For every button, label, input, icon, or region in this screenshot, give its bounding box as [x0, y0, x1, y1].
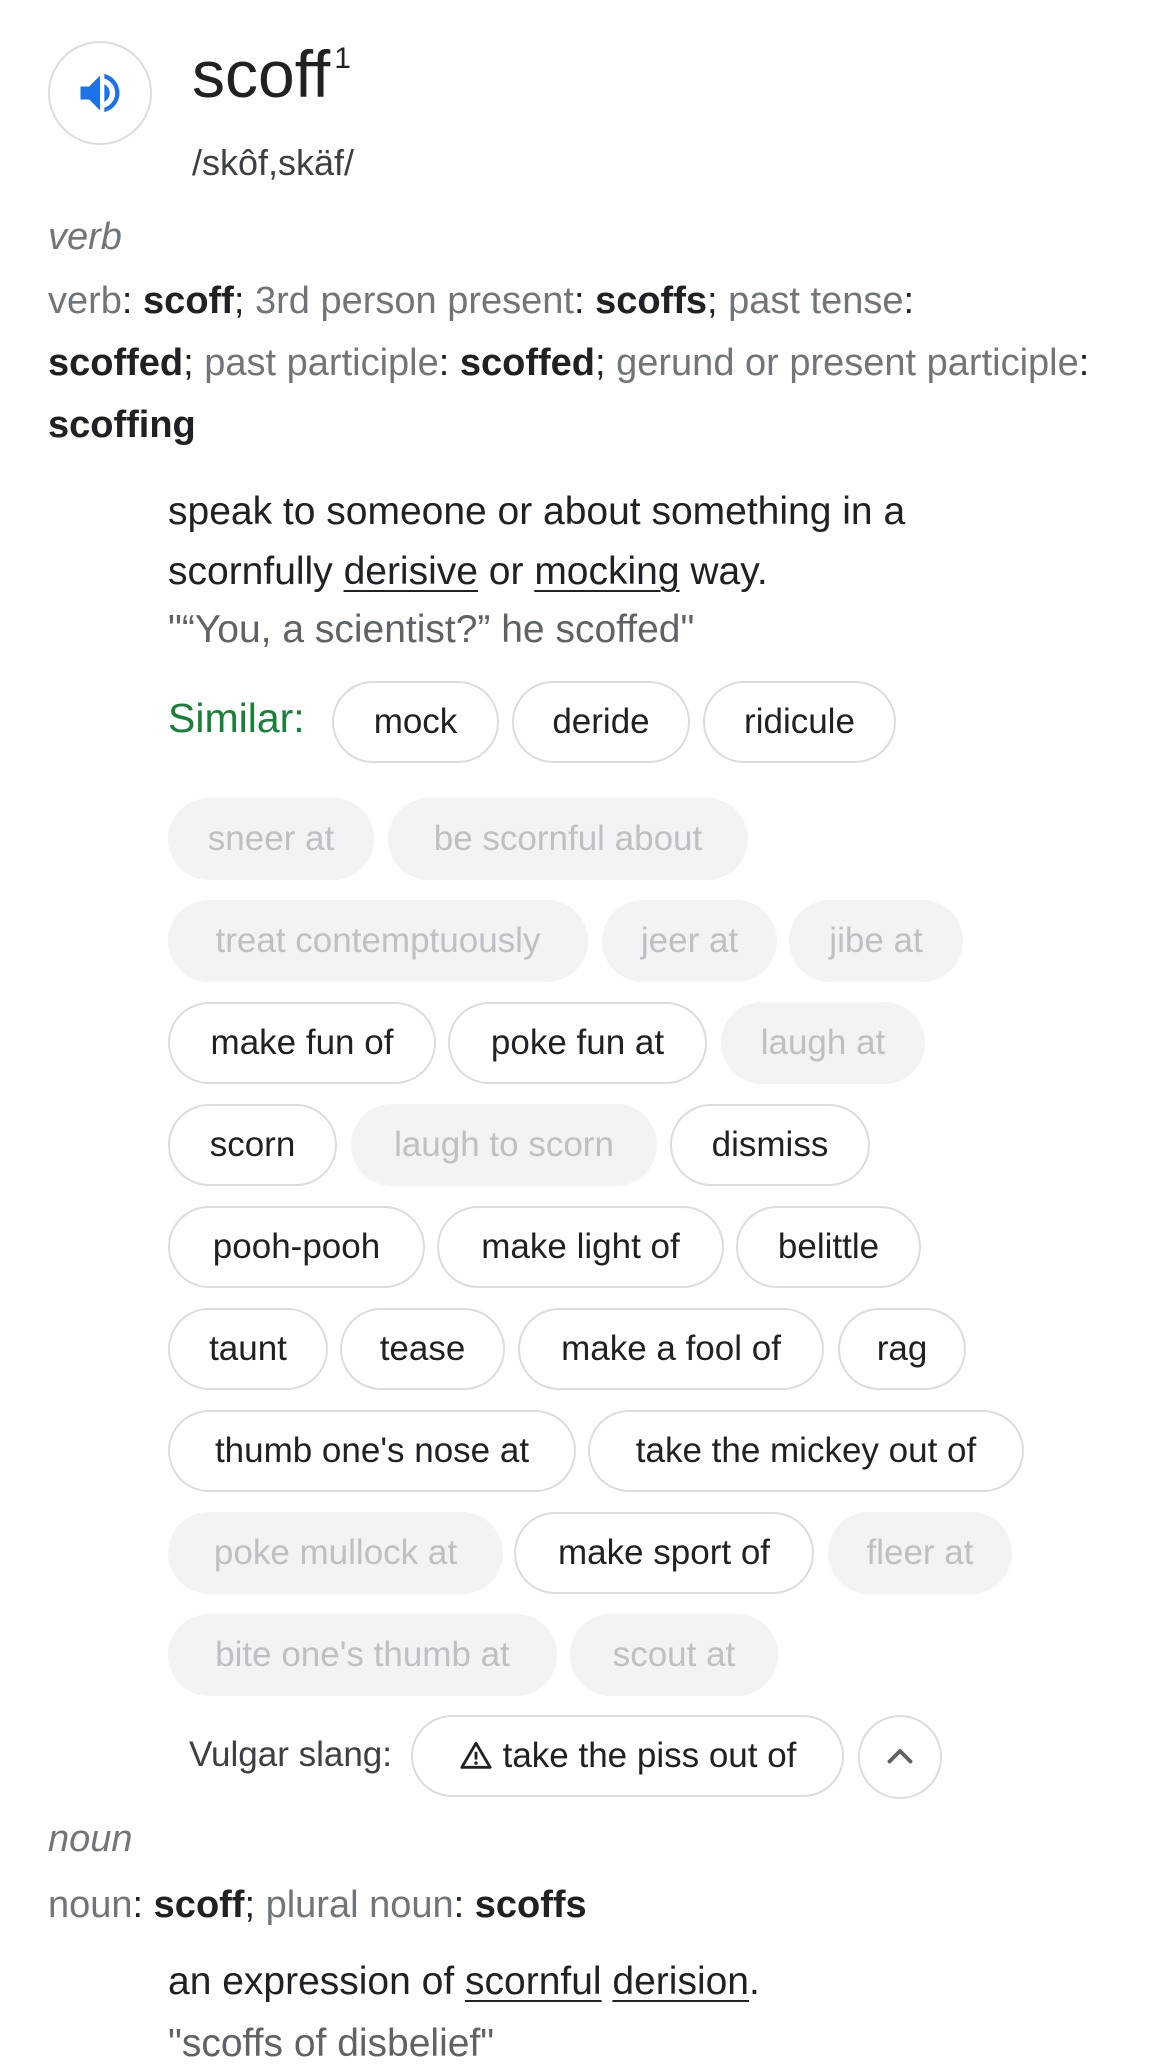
form-value: scoff: [143, 280, 234, 322]
form-label: gerund or present participle: [616, 342, 1079, 384]
synonym-chip[interactable]: thumb one's nose at: [168, 1410, 576, 1492]
form-label: noun: [48, 1884, 133, 1926]
definition-link-scornful[interactable]: scornful: [465, 1960, 602, 2003]
form-value: scoffed: [48, 342, 184, 384]
vulgar-slang-label: Vulgar slang:: [189, 1735, 392, 1774]
homograph-number: 1: [334, 42, 351, 75]
synonym-chip[interactable]: ridicule: [703, 681, 896, 763]
definition-text: .: [749, 1960, 760, 2003]
synonym-chip[interactable]: make a fool of: [518, 1308, 824, 1390]
synonym-chip[interactable]: mock: [332, 681, 499, 763]
synonym-chip[interactable]: make fun of: [168, 1002, 436, 1084]
synonym-chip[interactable]: belittle: [736, 1206, 921, 1288]
pronunciation-play-button[interactable]: [48, 41, 152, 145]
synonym-chip[interactable]: taunt: [168, 1308, 328, 1390]
vulgar-slang-chip-label: take the piss out of: [502, 1736, 797, 1775]
form-label: plural noun: [265, 1884, 454, 1926]
definition-link-derision[interactable]: derision: [612, 1960, 749, 2003]
definition-text: or: [477, 550, 535, 593]
definition-link-derisive[interactable]: derisive: [344, 550, 478, 593]
headword-text: scoff: [192, 37, 331, 111]
synonym-chip[interactable]: sneer at: [168, 798, 374, 880]
synonym-chip[interactable]: treat contemptuously: [168, 900, 588, 982]
definition-text: [602, 1960, 613, 2003]
synonym-chip[interactable]: fleer at: [828, 1512, 1012, 1594]
warning-icon: [460, 1741, 492, 1769]
volume-icon: [80, 73, 120, 113]
form-value: scoffs: [474, 1884, 587, 1926]
synonym-chip[interactable]: make light of: [437, 1206, 724, 1288]
synonym-chip[interactable]: dismiss: [670, 1104, 870, 1186]
phonetic-spelling: /skôf,skäf/: [192, 142, 355, 183]
chevron-up-icon: [887, 1749, 913, 1764]
synonym-chip[interactable]: jibe at: [789, 900, 963, 982]
synonym-chip[interactable]: rag: [838, 1308, 966, 1390]
verb-example: "“You, a scientist?” he scoffed": [168, 608, 695, 651]
definition-text: way.: [679, 550, 768, 593]
noun-example: "scoffs of disbelief": [168, 2022, 495, 2065]
synonym-chip[interactable]: bite one's thumb at: [168, 1614, 557, 1696]
synonym-chip[interactable]: deride: [512, 681, 690, 763]
noun-definition: an expression of scornful derision.: [168, 1960, 760, 2004]
synonym-chip[interactable]: poke fun at: [448, 1002, 707, 1084]
collapse-synonyms-button[interactable]: [858, 1715, 942, 1799]
synonym-chip[interactable]: take the mickey out of: [588, 1410, 1024, 1492]
form-value: scoffs: [595, 280, 707, 322]
form-label: 3rd person present: [254, 280, 574, 322]
synonym-chip[interactable]: poke mullock at: [168, 1512, 503, 1594]
form-label: past participle: [204, 342, 439, 384]
definition-text: an expression of: [168, 1960, 466, 2003]
synonym-chip[interactable]: make sport of: [514, 1512, 814, 1594]
synonym-chip[interactable]: jeer at: [602, 900, 777, 982]
synonym-chip[interactable]: scorn: [168, 1104, 337, 1186]
form-value: scoffed: [459, 342, 595, 384]
synonym-chip[interactable]: pooh-pooh: [168, 1206, 425, 1288]
noun-inflections: noun: scoff; plural noun: scoffs: [48, 1884, 587, 1926]
synonym-chip[interactable]: tease: [340, 1308, 505, 1390]
part-of-speech-noun: noun: [48, 1818, 133, 1860]
headword: scoff 1: [192, 38, 351, 111]
synonym-chip[interactable]: be scornful about: [388, 798, 748, 880]
synonym-chip[interactable]: laugh to scorn: [351, 1104, 657, 1186]
part-of-speech-verb: verb: [48, 216, 122, 258]
synonym-chip[interactable]: laugh at: [721, 1002, 925, 1084]
verb-definition: speak to someone or about something in a…: [168, 482, 1068, 602]
form-label: past tense: [728, 280, 904, 322]
vulgar-slang-chip[interactable]: take the piss out of: [411, 1715, 844, 1797]
similar-label: Similar:: [168, 695, 305, 741]
verb-inflections: verb: scoff; 3rd person present: scoffs;…: [48, 280, 1090, 446]
form-label: verb: [48, 280, 122, 322]
definition-link-mocking[interactable]: mocking: [534, 550, 679, 593]
form-value: scoffing: [48, 404, 196, 446]
synonym-chip[interactable]: scout at: [570, 1614, 778, 1696]
form-value: scoff: [153, 1884, 245, 1926]
